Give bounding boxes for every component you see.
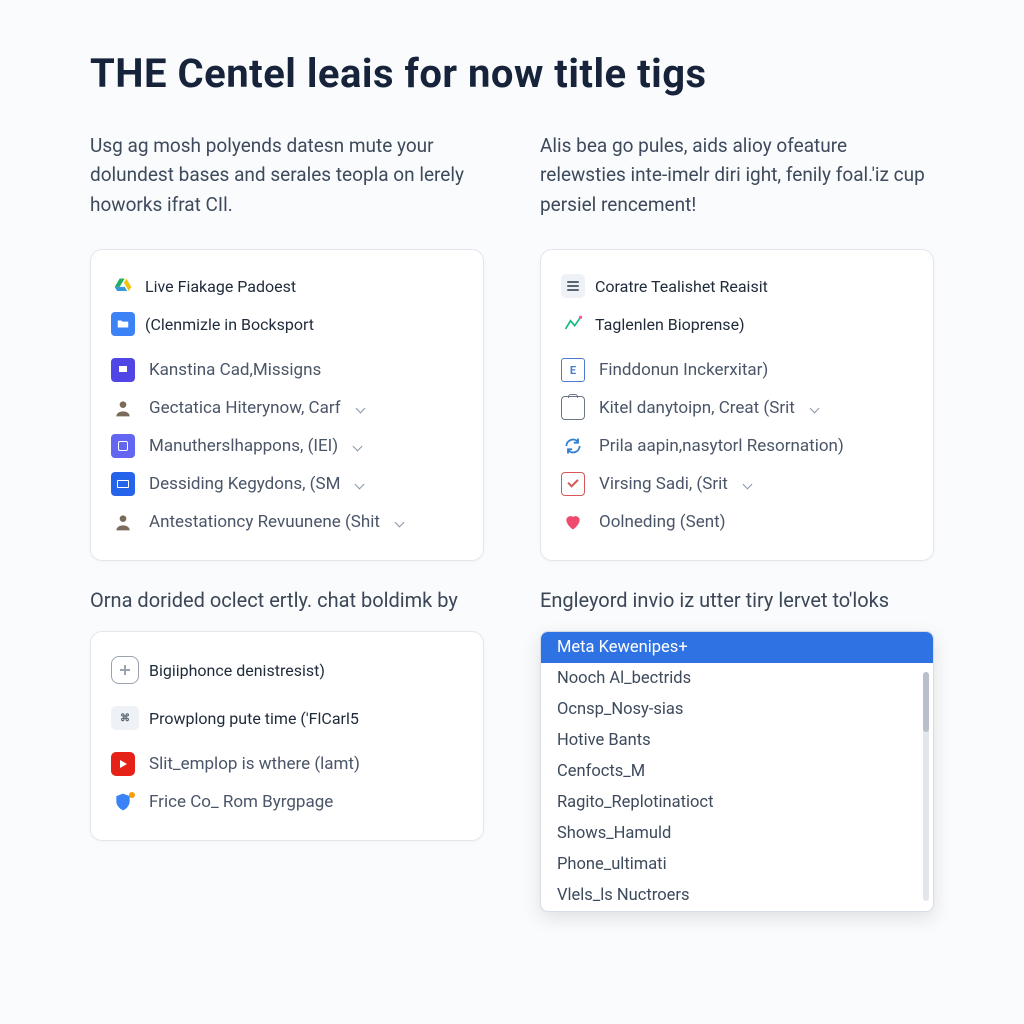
item-label: Oolneding (Sent) bbox=[599, 512, 726, 532]
refresh-icon bbox=[561, 434, 585, 458]
item-label: Dessiding Kegydons, (SM bbox=[149, 474, 340, 494]
shield-icon bbox=[111, 790, 135, 814]
dropdown-option[interactable]: Ocnsp_Nosy-sias bbox=[541, 694, 933, 725]
list-item[interactable]: Frice Co_ Rom Byrgpage bbox=[111, 784, 463, 820]
chevron-down-icon bbox=[396, 517, 406, 527]
chevron-down-icon bbox=[744, 479, 754, 489]
right-card-1: Coratre Tealishet Reaisit Taglenlen Biop… bbox=[540, 249, 934, 561]
dropdown-option[interactable]: Vlels_ls Nuctroers bbox=[541, 880, 933, 911]
item-label: Virsing Sadi, (Srit bbox=[599, 474, 728, 494]
plus-box-icon[interactable] bbox=[111, 656, 139, 684]
youtube-icon bbox=[111, 752, 135, 776]
list-item[interactable]: Antestationcy Revuunene (Shit bbox=[111, 504, 463, 540]
list-item[interactable]: Finddonun Inckerxitar) bbox=[561, 352, 913, 388]
item-label: Kitel danytoipn, Creat (Srit bbox=[599, 398, 795, 418]
item-label: Antestationcy Revuunene (Shit bbox=[149, 512, 380, 532]
dropdown-option-selected[interactable]: Meta Kewenipes+ bbox=[541, 632, 933, 663]
tile-icon bbox=[111, 434, 135, 458]
keyboard-key-icon bbox=[111, 706, 139, 730]
right-column: Alis bea go pules, aids alioy ofeature r… bbox=[540, 131, 934, 912]
id-card-icon bbox=[111, 472, 135, 496]
list-item[interactable]: Kanstina Cad,Missigns bbox=[111, 352, 463, 388]
list-item[interactable]: Prila aapin,nasytorl Resornation) bbox=[561, 428, 913, 464]
left-caption-2: Orna dorided oclect ertly. chat boldimk … bbox=[90, 585, 484, 615]
dropdown-option[interactable]: Phone_ultimati bbox=[541, 849, 933, 880]
tag-prowplong[interactable]: Prowplong pute time ('FlCarl5 bbox=[149, 709, 359, 728]
badge-icon bbox=[111, 358, 135, 382]
list-item[interactable]: Oolneding (Sent) bbox=[561, 504, 913, 540]
list-item[interactable]: Gectatica Hiterynow, Carf bbox=[111, 390, 463, 426]
list-item[interactable]: Kitel danytoipn, Creat (Srit bbox=[561, 390, 913, 426]
person-icon bbox=[111, 396, 135, 420]
heart-icon bbox=[561, 510, 585, 534]
left-column: Usg ag mosh polyends datesn mute your do… bbox=[90, 131, 484, 912]
dropdown-menu[interactable]: Meta Kewenipes+ Nooch Al_bectrids Ocnsp_… bbox=[540, 631, 934, 912]
item-label: Frice Co_ Rom Byrgpage bbox=[149, 792, 333, 812]
tag-live-fiakage[interactable]: Live Fiakage Padoest bbox=[145, 277, 296, 296]
dropdown-option[interactable]: Hotive Bants bbox=[541, 725, 933, 756]
item-label: Finddonun Inckerxitar) bbox=[599, 360, 768, 380]
item-label: Manutherslhappons, (IEI) bbox=[149, 436, 338, 456]
tag-coratre[interactable]: Coratre Tealishet Reaisit bbox=[595, 277, 768, 296]
list-item[interactable]: Manutherslhappons, (IEI) bbox=[111, 428, 463, 464]
chevron-down-icon bbox=[354, 441, 364, 451]
list-item[interactable]: Slit_emplop is wthere (lamt) bbox=[111, 746, 463, 782]
tag-bigiphonce[interactable]: Bigiiphonce denistresist) bbox=[149, 661, 325, 680]
item-label: Slit_emplop is wthere (lamt) bbox=[149, 754, 360, 774]
scrollbar-thumb[interactable] bbox=[923, 672, 929, 732]
chevron-down-icon bbox=[357, 403, 367, 413]
chevron-down-icon bbox=[356, 479, 366, 489]
page-title: THE Centel leais for now title tigs bbox=[90, 50, 934, 97]
person-icon bbox=[111, 510, 135, 534]
left-card-2: Bigiiphonce denistresist) Prowplong pute… bbox=[90, 631, 484, 841]
folder-icon bbox=[111, 312, 135, 336]
clipboard-icon bbox=[561, 396, 585, 420]
item-label: Kanstina Cad,Missigns bbox=[149, 360, 321, 380]
chevron-down-icon bbox=[811, 403, 821, 413]
dropdown-option[interactable]: Ragito_Replotinatioct bbox=[541, 787, 933, 818]
drive-icon bbox=[111, 274, 135, 298]
item-label: Prila aapin,nasytorl Resornation) bbox=[599, 436, 844, 456]
tag-clenmizle[interactable]: (Clenmizle in Bocksport bbox=[145, 315, 314, 334]
item-label: Gectatica Hiterynow, Carf bbox=[149, 398, 341, 418]
menu-icon[interactable] bbox=[561, 274, 585, 298]
right-caption-2: Engleyord invio iz utter tiry lervet to'… bbox=[540, 585, 934, 615]
right-intro: Alis bea go pules, aids alioy ofeature r… bbox=[540, 131, 934, 227]
dropdown-option[interactable]: Nooch Al_bectrids bbox=[541, 663, 933, 694]
list-item[interactable]: Virsing Sadi, (Srit bbox=[561, 466, 913, 502]
dropdown-option[interactable]: Cenfocts_M bbox=[541, 756, 933, 787]
left-intro: Usg ag mosh polyends datesn mute your do… bbox=[90, 131, 484, 227]
scrollbar[interactable] bbox=[923, 672, 929, 901]
tag-taglenlen[interactable]: Taglenlen Bioprense) bbox=[595, 315, 745, 334]
chart-icon bbox=[561, 312, 585, 336]
left-card-1: Live Fiakage Padoest (Clenmizle in Bocks… bbox=[90, 249, 484, 561]
document-icon bbox=[561, 358, 585, 382]
dropdown-option[interactable]: Shows_Hamuld bbox=[541, 818, 933, 849]
checkbox-icon bbox=[561, 472, 585, 496]
list-item[interactable]: Dessiding Kegydons, (SM bbox=[111, 466, 463, 502]
